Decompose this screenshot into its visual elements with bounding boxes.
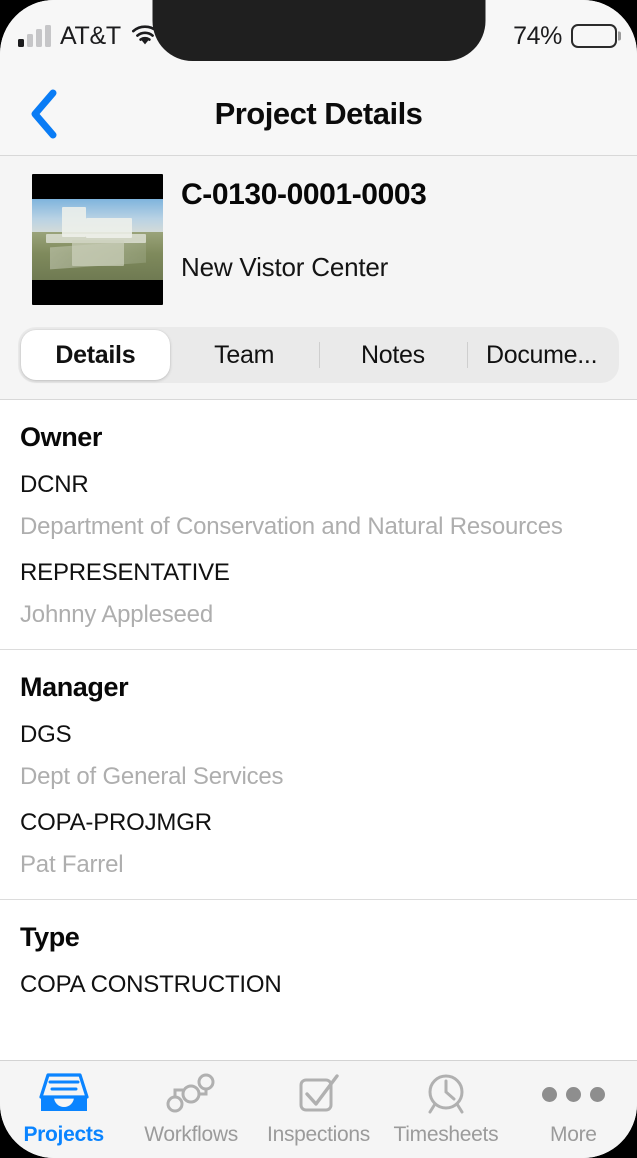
field-type: COPA CONSTRUCTION [0,971,637,1029]
navigation-bar: Project Details [0,72,637,156]
section-title: Owner [20,422,103,452]
status-bar-left: AT&T [0,22,160,51]
project-thumbnail[interactable] [32,174,163,305]
tab-bar-item-more[interactable]: More [510,1071,637,1147]
section-type: Type COPA CONSTRUCTION [0,899,637,1049]
battery-icon [571,24,621,48]
field-value: Dept of General Services [20,763,284,790]
flowchart-icon [166,1071,216,1117]
tab-team[interactable]: Team [170,330,319,380]
ellipsis-icon [541,1071,605,1117]
tab-bar-label: Workflows [144,1123,238,1146]
clock-icon [421,1071,471,1117]
field-owner-org: DCNR Department of Conservation and Natu… [0,471,637,541]
back-chevron-icon [31,89,57,138]
tab-notes[interactable]: Notes [318,330,468,380]
status-bar: AT&T 74% [0,0,637,72]
project-header: C-0130-0001-0003 New Vistor Center Detai… [0,156,637,399]
file-tray-icon [39,1071,89,1117]
field-value: Pat Farrel [20,851,124,878]
project-meta: C-0130-0001-0003 New Vistor Center [163,174,427,283]
bottom-tab-bar: Projects Workflows Inspections Timesheet… [0,1060,637,1158]
section-title: Type [20,922,80,952]
tab-documents[interactable]: Docume... [467,330,616,380]
tab-details[interactable]: Details [21,330,170,380]
status-bar-right: 74% [513,22,637,51]
tab-bar-item-projects[interactable]: Projects [0,1071,127,1147]
section-manager: Manager DGS Dept of General Services COP… [0,649,637,899]
project-name: New Vistor Center [181,252,389,282]
cellular-signal-icon [18,25,51,47]
tab-bar-label: Projects [23,1123,104,1146]
field-label: COPA CONSTRUCTION [20,971,282,998]
field-label: REPRESENTATIVE [20,559,230,586]
field-manager-role: COPA-PROJMGR Pat Farrel [0,809,637,879]
field-value: Department of Conservation and Natural R… [20,513,563,540]
field-label: DCNR [20,471,89,498]
phone-screen: AT&T 74% Project Details C-0130-0001-000… [0,0,637,1158]
tab-bar-item-inspections[interactable]: Inspections [255,1071,382,1147]
project-id: C-0130-0001-0003 [181,178,427,211]
segmented-tab-control: Details Team Notes Docume... [18,327,619,383]
tab-bar-item-workflows[interactable]: Workflows [127,1071,254,1147]
device-notch [152,0,485,61]
section-owner: Owner DCNR Department of Conservation an… [0,399,637,649]
tab-bar-label: Timesheets [393,1123,499,1146]
field-owner-representative: REPRESENTATIVE Johnny Appleseed [0,559,637,629]
battery-percent-label: 74% [513,21,562,50]
checkbox-check-icon [294,1071,344,1117]
tab-bar-label: More [550,1123,597,1146]
carrier-label: AT&T [60,21,121,50]
field-value: Johnny Appleseed [20,601,213,628]
field-manager-org: DGS Dept of General Services [0,721,637,791]
back-button[interactable] [12,72,76,155]
field-label: DGS [20,721,72,748]
tab-bar-label: Inspections [267,1123,370,1146]
field-label: COPA-PROJMGR [20,809,212,836]
tab-bar-item-timesheets[interactable]: Timesheets [382,1071,509,1147]
section-title: Manager [20,672,129,702]
page-title: Project Details [214,95,423,131]
details-content: Owner DCNR Department of Conservation an… [0,399,637,1049]
field-value [20,1013,617,1029]
